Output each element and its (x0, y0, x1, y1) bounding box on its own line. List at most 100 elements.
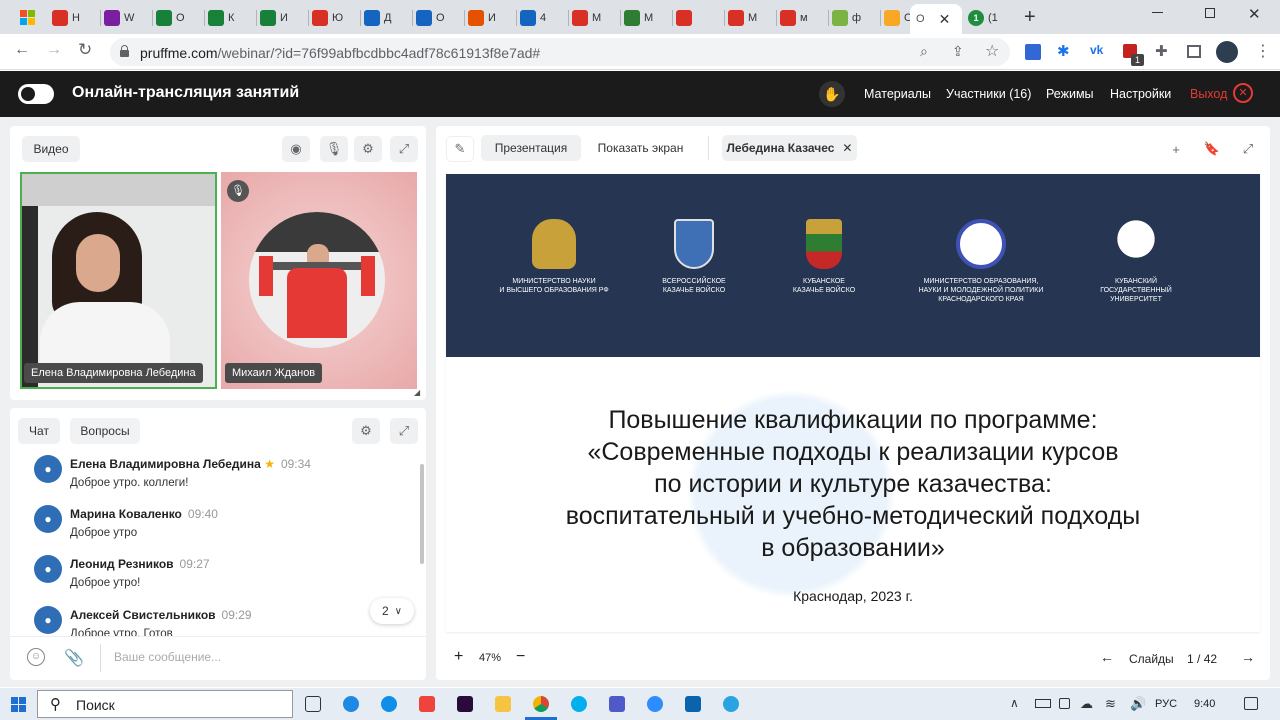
exit-icon[interactable]: ✕ (1233, 83, 1253, 103)
nav-materials[interactable]: Материалы (864, 87, 931, 101)
extensions-icon[interactable]: ✚ (1155, 42, 1168, 60)
pen-tool-icon[interactable]: ✎ (446, 136, 474, 162)
browser-tab[interactable]: О (156, 6, 185, 30)
video-expand-icon[interactable]: ⤢ (390, 136, 418, 162)
teams-icon[interactable] (609, 696, 625, 712)
tab-favicon-icon (52, 10, 68, 26)
close-window-button[interactable]: ✕ (1248, 5, 1261, 23)
taskbar-search-box[interactable]: ⚲ Поиск (37, 690, 293, 718)
nav-modes[interactable]: Режимы (1046, 87, 1094, 101)
teamviewer-icon[interactable] (381, 696, 397, 712)
browser-tab[interactable] (676, 6, 696, 30)
volume-icon[interactable]: 🔊 (1130, 696, 1146, 712)
extension-save-icon[interactable] (1025, 44, 1041, 60)
start-button[interactable] (11, 697, 27, 713)
telegram-icon[interactable] (723, 696, 739, 712)
browser-tab[interactable]: м (780, 6, 808, 30)
close-tab-icon[interactable]: ✕ (939, 11, 951, 28)
theme-toggle[interactable] (18, 84, 54, 104)
browser-tab[interactable]: К (208, 6, 234, 30)
raise-hand-icon[interactable]: ✋ (819, 81, 845, 107)
anydesk-icon[interactable] (419, 696, 435, 712)
browser-tab[interactable]: Д (364, 6, 391, 30)
next-slide-button[interactable]: → (1241, 649, 1255, 665)
browser-tab[interactable]: Н (52, 6, 80, 30)
language-indicator[interactable]: РУС (1155, 698, 1177, 710)
tab-chat[interactable]: Чат (18, 418, 60, 444)
bookmark-star-icon[interactable]: ☆ (985, 41, 999, 61)
resize-handle-icon[interactable]: ◢ (414, 388, 420, 397)
browser-tab[interactable]: М (624, 6, 653, 30)
puzzle-extension-icon[interactable]: ✱ (1057, 42, 1070, 60)
presentation-expand-icon[interactable]: ⤢ (1234, 136, 1262, 162)
tab-separator (204, 10, 205, 26)
skype-icon[interactable] (571, 696, 587, 712)
tray-chevron-icon[interactable]: ∧ (1010, 696, 1019, 710)
edge-icon[interactable] (343, 696, 359, 712)
nav-exit[interactable]: Выход (1190, 87, 1227, 101)
tab-current-file[interactable]: Лебедина Казачес ✕ (722, 135, 857, 161)
back-icon[interactable]: ← (14, 41, 30, 59)
chat-settings-icon[interactable]: ⚙ (352, 418, 380, 444)
menu-icon[interactable]: ⋮ (1255, 41, 1271, 61)
prev-slide-button[interactable]: ← (1100, 649, 1114, 665)
chat-scrollbar[interactable] (420, 464, 424, 564)
nav-participants[interactable]: Участники (16) (946, 87, 1031, 101)
tab-share-screen[interactable]: Показать экран (588, 135, 693, 161)
browser-tab[interactable]: И (260, 6, 288, 30)
chat-expand-icon[interactable]: ⤢ (390, 418, 418, 444)
clock[interactable]: 9:40 (1194, 698, 1215, 710)
tab-questions[interactable]: Вопросы (70, 418, 140, 444)
forward-icon[interactable]: → (46, 41, 62, 59)
notifications-icon[interactable] (1244, 697, 1258, 710)
share-icon[interactable]: ⇪ (952, 43, 964, 60)
task-view-icon[interactable] (305, 696, 321, 712)
bookmark-icon[interactable]: 🔖 (1198, 136, 1226, 162)
camera-icon[interactable]: ◉ (282, 136, 310, 162)
sidepanel-icon[interactable] (1187, 45, 1201, 58)
browser-tab[interactable]: ф (832, 6, 861, 30)
tab-video[interactable]: Видео (22, 136, 80, 162)
chat-input-divider (10, 636, 426, 637)
zoom-out-button[interactable]: − (516, 648, 525, 666)
attach-icon[interactable]: 📎 (64, 648, 84, 668)
outlook-icon[interactable] (685, 696, 701, 712)
video-settings-icon[interactable]: ⚙ (354, 136, 382, 162)
premiere-icon[interactable] (457, 696, 473, 712)
minimize-button[interactable] (1152, 12, 1163, 13)
browser-tab[interactable]: О (884, 6, 913, 30)
zoom-icon[interactable]: ⌕ (920, 43, 928, 60)
browser-tab[interactable]: 4 (520, 6, 546, 30)
tab-active[interactable]: О ✕ (910, 4, 962, 34)
browser-tab[interactable]: И (468, 6, 496, 30)
new-tab-button[interactable]: + (1024, 6, 1036, 29)
nav-settings[interactable]: Настройки (1110, 87, 1171, 101)
reload-icon[interactable]: ↻ (78, 40, 92, 60)
chat-message-input[interactable]: Ваше сообщение... (114, 650, 221, 664)
browser-tab[interactable]: W (104, 6, 134, 30)
video-tile-zhdanov[interactable]: 🎙 Михаил Жданов (221, 172, 417, 389)
browser-tab[interactable]: Ю (312, 6, 343, 30)
file-explorer-icon[interactable] (495, 696, 511, 712)
participant-name-label: Елена Владимировна Лебедина (24, 363, 203, 383)
zoom-in-button[interactable]: + (454, 648, 463, 666)
tab-presentation[interactable]: Презентация (481, 135, 581, 161)
vk-icon[interactable]: vk (1090, 43, 1103, 57)
close-file-icon[interactable]: ✕ (842, 141, 852, 155)
unread-messages-button[interactable]: 2 ∨ (370, 598, 414, 624)
chrome-icon[interactable] (533, 696, 549, 712)
profile-avatar[interactable] (1216, 41, 1238, 63)
zoom-app-icon[interactable] (647, 696, 663, 712)
video-frame-top (22, 174, 215, 206)
logo-caption: МИНИСТЕРСТВО НАУКИ (512, 278, 596, 285)
emoji-icon[interactable]: ☺ (27, 648, 45, 666)
omnibox[interactable]: pruffme.com/webinar/?id=76f99abfbcdbbc4a… (110, 38, 1010, 66)
video-tile-lebedina[interactable]: Елена Владимировна Лебедина (20, 172, 217, 389)
microphone-icon[interactable]: 🎙 (320, 136, 348, 162)
restore-button[interactable] (1205, 8, 1215, 18)
add-file-icon[interactable]: + (1162, 136, 1190, 162)
browser-tab[interactable]: М (728, 6, 757, 30)
browser-tab[interactable]: О (416, 6, 445, 30)
tab-last[interactable]: 1 (1 (968, 6, 998, 30)
browser-tab[interactable]: М (572, 6, 601, 30)
